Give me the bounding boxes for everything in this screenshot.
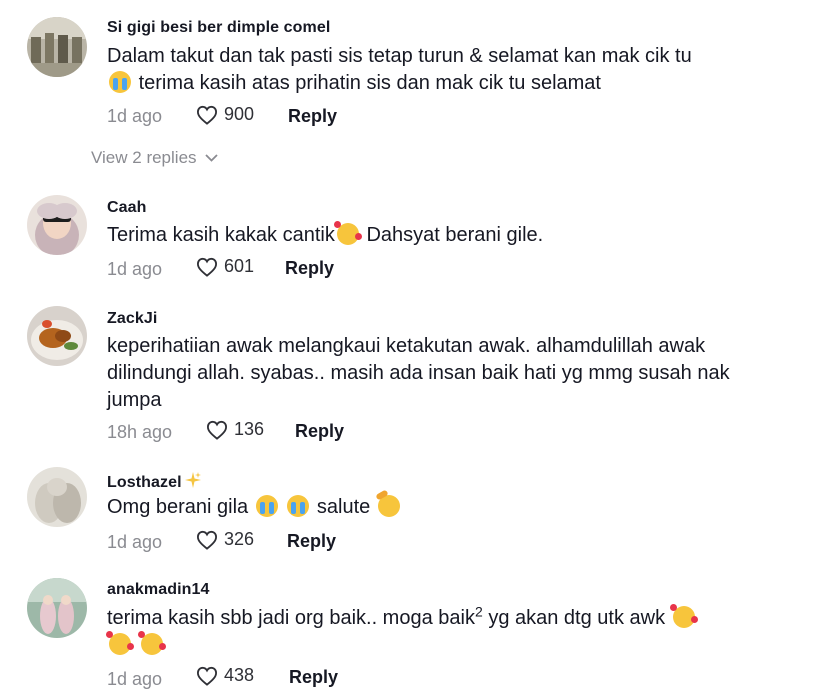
timestamp: 18h ago bbox=[107, 421, 173, 442]
comment-text-fragment: Terima kasih kakak cantik bbox=[107, 224, 335, 246]
like-count: 326 bbox=[224, 529, 255, 549]
heart-outline-icon bbox=[196, 257, 218, 277]
reply-button[interactable]: Reply bbox=[295, 421, 344, 442]
comment-text-fragment: yg akan dtg utk awk bbox=[488, 607, 666, 629]
reply-button[interactable]: Reply bbox=[289, 667, 338, 688]
heart-outline-icon bbox=[196, 530, 218, 550]
like-button[interactable]: 900 bbox=[196, 104, 254, 125]
like-button[interactable]: 438 bbox=[196, 665, 254, 686]
like-count: 136 bbox=[234, 419, 265, 439]
comment-meta: 18h ago bbox=[107, 420, 172, 444]
timestamp: 1d ago bbox=[107, 531, 163, 552]
timestamp: 1d ago bbox=[107, 105, 163, 126]
comment-meta: 1d ago bbox=[107, 104, 162, 128]
smiling-face-with-hearts-icon bbox=[137, 631, 166, 655]
like-count: 900 bbox=[224, 104, 255, 124]
superscript: 2 bbox=[474, 603, 483, 620]
comment-text-line: terima kasih sbb jadi org baik.. moga ba… bbox=[107, 603, 747, 632]
reply-button[interactable]: Reply bbox=[287, 531, 336, 552]
username[interactable]: anakmadin14 bbox=[107, 581, 209, 599]
comment-text-line: terima kasih atas prihatin sis dan mak c… bbox=[107, 70, 747, 97]
comment-meta: 1d ago bbox=[107, 257, 162, 281]
comment-text-fragment: Dahsyat berani gile. bbox=[366, 224, 544, 246]
heart-outline-icon bbox=[206, 420, 228, 440]
like-count: 601 bbox=[224, 256, 255, 276]
comment-text-line bbox=[106, 631, 747, 659]
username-text: Losthazel bbox=[107, 474, 182, 491]
avatar[interactable] bbox=[27, 578, 87, 638]
like-button[interactable]: 136 bbox=[206, 419, 264, 440]
reply-button[interactable]: Reply bbox=[285, 258, 334, 279]
smiling-face-with-hearts-icon bbox=[669, 604, 698, 628]
comment-text: Omg berani gila salute bbox=[107, 494, 747, 521]
avatar[interactable] bbox=[27, 17, 87, 77]
timestamp: 1d ago bbox=[107, 258, 163, 279]
loudly-crying-face-icon bbox=[255, 495, 278, 517]
smiling-face-with-hearts-icon bbox=[333, 221, 362, 245]
chevron-down-icon bbox=[204, 154, 218, 162]
comment-meta: 1d ago bbox=[107, 530, 162, 554]
username[interactable]: Si gigi besi ber dimple comel bbox=[107, 19, 330, 37]
reply-button[interactable]: Reply bbox=[288, 106, 337, 127]
view-replies-button[interactable]: View 2 replies bbox=[91, 148, 218, 168]
comment-text-fragment: salute bbox=[316, 496, 371, 518]
comment-text-fragment: terima kasih atas prihatin sis dan mak c… bbox=[138, 72, 601, 94]
heart-outline-icon bbox=[196, 105, 218, 125]
comment-text: terima kasih sbb jadi org baik.. moga ba… bbox=[106, 603, 747, 659]
username[interactable]: ZackJi bbox=[107, 310, 157, 328]
timestamp: 1d ago bbox=[107, 668, 163, 689]
comment-text-line: Dalam takut dan tak pasti sis tetap turu… bbox=[107, 45, 692, 67]
like-count: 438 bbox=[224, 665, 255, 685]
comment-meta: 1d ago bbox=[107, 667, 162, 691]
username[interactable]: Caah bbox=[107, 199, 147, 217]
avatar[interactable] bbox=[27, 467, 87, 527]
comment-text: Dalam takut dan tak pasti sis tetap turu… bbox=[107, 43, 747, 97]
comment-text-fragment: terima kasih sbb jadi org baik.. moga ba… bbox=[107, 607, 475, 629]
saluting-face-icon bbox=[377, 495, 400, 517]
avatar[interactable] bbox=[27, 195, 87, 255]
sparkles-icon bbox=[184, 472, 201, 488]
like-button[interactable]: 601 bbox=[196, 256, 254, 277]
loudly-crying-face-icon bbox=[287, 495, 310, 517]
heart-outline-icon bbox=[196, 666, 218, 686]
smiling-face-with-hearts-icon bbox=[106, 631, 134, 655]
avatar[interactable] bbox=[27, 306, 87, 366]
username[interactable]: Losthazel bbox=[107, 471, 202, 492]
comment-text: Terima kasih kakak cantik Dahsyat berani… bbox=[107, 221, 747, 249]
like-button[interactable]: 326 bbox=[196, 529, 254, 550]
comment-text-fragment: Omg berani gila bbox=[107, 496, 249, 518]
comment-text: keperihatiian awak melangkaui ketakutan … bbox=[107, 335, 730, 411]
loudly-crying-face-icon bbox=[109, 71, 131, 93]
view-replies-label: View 2 replies bbox=[91, 148, 197, 167]
